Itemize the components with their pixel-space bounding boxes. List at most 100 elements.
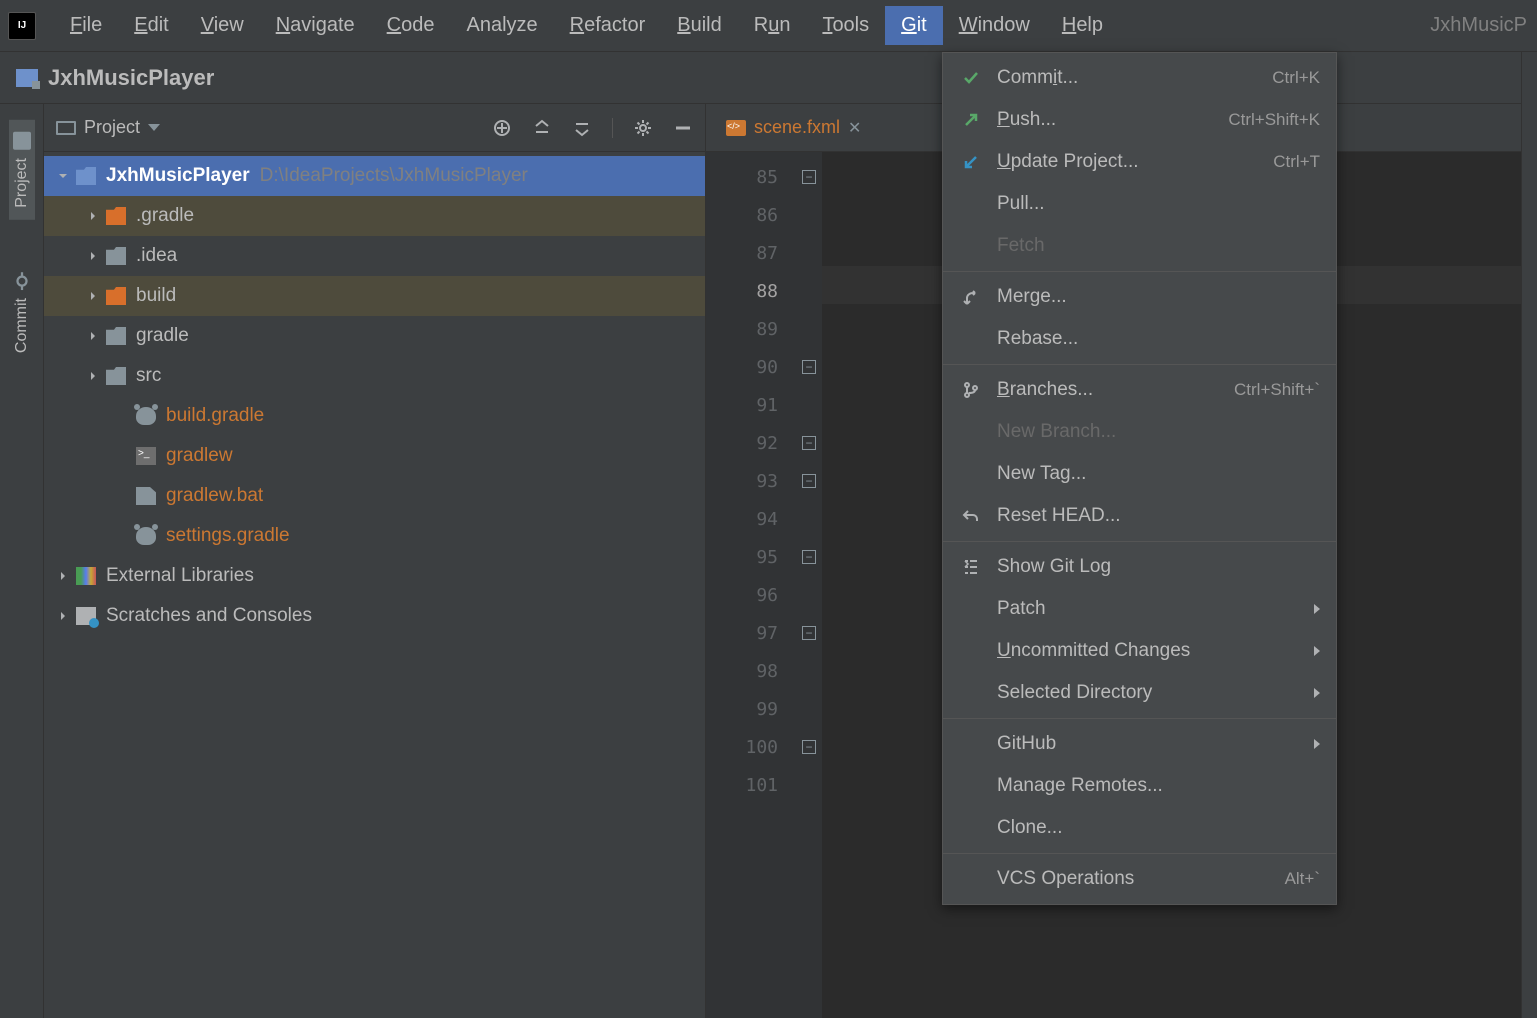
panel-title[interactable]: Project [84, 117, 140, 138]
menu-item-pull[interactable]: Pull... [943, 183, 1336, 225]
fold-marker[interactable]: − [796, 728, 822, 766]
menu-item-github[interactable]: GitHub [943, 723, 1336, 765]
menu-item-rebase[interactable]: Rebase... [943, 318, 1336, 360]
line-number[interactable]: 100 [706, 728, 796, 766]
fold-marker[interactable] [796, 652, 822, 690]
select-opened-file-button[interactable] [492, 118, 512, 138]
line-number[interactable]: 89 [706, 310, 796, 348]
menu-run[interactable]: Run [738, 6, 807, 45]
fold-toggle-icon[interactable]: − [802, 170, 816, 184]
menu-item-patch[interactable]: Patch [943, 588, 1336, 630]
menu-window[interactable]: Window [943, 6, 1046, 45]
fold-marker[interactable]: − [796, 538, 822, 576]
line-number[interactable]: 99 [706, 690, 796, 728]
tree-item[interactable]: build [44, 276, 705, 316]
tree-item[interactable]: build.gradle [44, 396, 705, 436]
fold-marker[interactable] [796, 272, 822, 310]
hide-button[interactable] [673, 118, 693, 138]
toolstrip-tab-commit[interactable]: Commit [9, 260, 35, 365]
line-number[interactable]: 101 [706, 766, 796, 804]
menu-help[interactable]: Help [1046, 6, 1119, 45]
tree-item[interactable]: gradlew [44, 436, 705, 476]
line-number[interactable]: 95 [706, 538, 796, 576]
tree-item[interactable]: .idea [44, 236, 705, 276]
fold-marker[interactable] [796, 766, 822, 804]
chevron-down-icon[interactable] [56, 169, 70, 183]
menu-file[interactable]: File [54, 6, 118, 45]
editor-tab[interactable]: scene.fxml ✕ [716, 104, 871, 151]
tree-item[interactable]: .gradle [44, 196, 705, 236]
chevron-right-icon[interactable] [86, 329, 100, 343]
fold-marker[interactable] [796, 576, 822, 614]
menu-item-push[interactable]: Push...Ctrl+Shift+K [943, 99, 1336, 141]
chevron-right-icon[interactable] [86, 209, 100, 223]
fold-marker[interactable] [796, 690, 822, 728]
tree-external-libraries[interactable]: External Libraries [44, 556, 705, 596]
menu-item-merge[interactable]: Merge... [943, 276, 1336, 318]
chevron-right-icon[interactable] [86, 289, 100, 303]
fold-marker[interactable]: − [796, 158, 822, 196]
line-number[interactable]: 90 [706, 348, 796, 386]
fold-marker[interactable]: − [796, 424, 822, 462]
tree-root-node[interactable]: JxhMusicPlayer D:\IdeaProjects\JxhMusicP… [44, 156, 705, 196]
line-number[interactable]: 97 [706, 614, 796, 652]
fold-marker[interactable]: − [796, 614, 822, 652]
project-tree[interactable]: JxhMusicPlayer D:\IdeaProjects\JxhMusicP… [44, 152, 705, 1018]
chevron-right-icon[interactable] [56, 609, 70, 623]
close-tab-button[interactable]: ✕ [848, 118, 861, 138]
fold-toggle-icon[interactable]: − [802, 626, 816, 640]
fold-toggle-icon[interactable]: − [802, 474, 816, 488]
chevron-right-icon[interactable] [56, 569, 70, 583]
menu-item-reset-head[interactable]: Reset HEAD... [943, 495, 1336, 537]
fold-marker[interactable] [796, 386, 822, 424]
line-number[interactable]: 96 [706, 576, 796, 614]
editor-gutter[interactable]: 858687888990919293949596979899100101 [706, 152, 796, 1018]
fold-column[interactable]: − − − − − − − [796, 152, 822, 1018]
fold-marker[interactable] [796, 310, 822, 348]
menu-navigate[interactable]: Navigate [260, 6, 371, 45]
menu-item-selected-directory[interactable]: Selected Directory [943, 672, 1336, 714]
menu-tools[interactable]: Tools [806, 6, 885, 45]
chevron-right-icon[interactable] [86, 369, 100, 383]
tree-item[interactable]: src [44, 356, 705, 396]
fold-marker[interactable] [796, 500, 822, 538]
menu-git[interactable]: Git [885, 6, 943, 45]
line-number[interactable]: 94 [706, 500, 796, 538]
tree-scratches[interactable]: Scratches and Consoles [44, 596, 705, 636]
fold-marker[interactable] [796, 234, 822, 272]
line-number[interactable]: 93 [706, 462, 796, 500]
line-number[interactable]: 85 [706, 158, 796, 196]
fold-toggle-icon[interactable]: − [802, 436, 816, 450]
line-number[interactable]: 91 [706, 386, 796, 424]
fold-marker[interactable]: − [796, 348, 822, 386]
menu-item-show-git-log[interactable]: Show Git Log [943, 546, 1336, 588]
fold-toggle-icon[interactable]: − [802, 740, 816, 754]
tree-item[interactable]: gradlew.bat [44, 476, 705, 516]
line-number[interactable]: 92 [706, 424, 796, 462]
menu-refactor[interactable]: Refactor [554, 6, 662, 45]
line-number[interactable]: 88 [706, 272, 796, 310]
expand-all-button[interactable] [532, 118, 552, 138]
menu-edit[interactable]: Edit [118, 6, 184, 45]
menu-item-uncommitted-changes[interactable]: Uncommitted Changes [943, 630, 1336, 672]
menu-item-branches[interactable]: Branches...Ctrl+Shift+` [943, 369, 1336, 411]
menu-item-commit[interactable]: Commit...Ctrl+K [943, 57, 1336, 99]
menu-item-clone[interactable]: Clone... [943, 807, 1336, 849]
menu-build[interactable]: Build [661, 6, 737, 45]
menu-item-vcs-operations[interactable]: VCS OperationsAlt+` [943, 858, 1336, 900]
chevron-right-icon[interactable] [86, 249, 100, 263]
settings-button[interactable] [633, 118, 653, 138]
toolstrip-tab-project[interactable]: Project [9, 120, 35, 220]
project-name[interactable]: JxhMusicPlayer [48, 65, 214, 91]
menu-item-manage-remotes[interactable]: Manage Remotes... [943, 765, 1336, 807]
chevron-down-icon[interactable] [148, 124, 160, 131]
line-number[interactable]: 87 [706, 234, 796, 272]
fold-toggle-icon[interactable]: − [802, 360, 816, 374]
fold-marker[interactable]: − [796, 462, 822, 500]
menu-analyze[interactable]: Analyze [450, 6, 553, 45]
line-number[interactable]: 86 [706, 196, 796, 234]
fold-toggle-icon[interactable]: − [802, 550, 816, 564]
fold-marker[interactable] [796, 196, 822, 234]
tree-item[interactable]: gradle [44, 316, 705, 356]
tree-item[interactable]: settings.gradle [44, 516, 705, 556]
